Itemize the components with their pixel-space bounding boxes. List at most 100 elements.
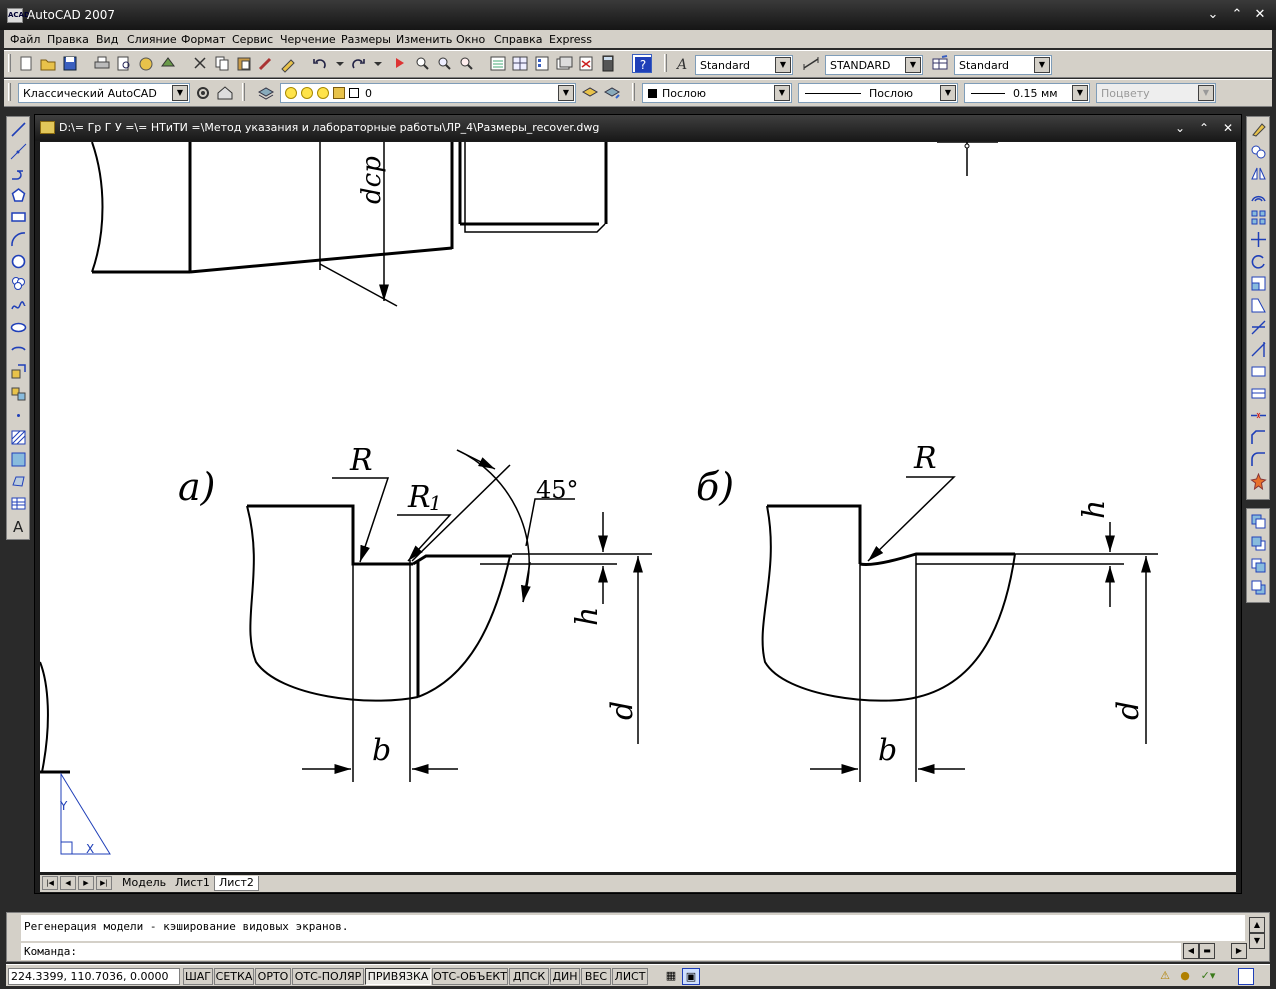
lock-icon[interactable]: ● — [1176, 968, 1194, 985]
polyline-icon[interactable] — [10, 165, 27, 182]
redo-dropdown-icon[interactable] — [368, 54, 388, 73]
bring-to-front-icon[interactable] — [1250, 513, 1267, 530]
help-icon[interactable]: ? — [632, 54, 652, 73]
array-icon[interactable] — [1250, 209, 1267, 226]
chamfer-icon[interactable] — [1250, 429, 1267, 446]
scroll-right-icon[interactable]: ▶ — [1231, 943, 1247, 959]
paper-toggle[interactable]: ЛИСТ — [612, 968, 648, 985]
minimize-icon[interactable]: ⌄ — [1171, 119, 1189, 137]
snap-toggle[interactable]: ШАГ — [183, 968, 213, 985]
menu-format[interactable]: Формат — [181, 33, 226, 46]
maximize-viewport-icon[interactable]: ▣ — [682, 968, 700, 985]
scroll-down-icon[interactable]: ▼ — [1249, 933, 1265, 949]
close-icon[interactable]: ✕ — [1251, 6, 1269, 24]
clean-screen-icon[interactable] — [1238, 968, 1254, 985]
calculator-icon[interactable] — [598, 54, 618, 73]
autocad-app-icon[interactable]: ACAD — [7, 8, 30, 23]
line-icon[interactable] — [10, 121, 27, 138]
ellipse-arc-icon[interactable] — [10, 341, 27, 358]
tool-palettes-icon[interactable] — [532, 54, 552, 73]
toolbar-grip[interactable] — [632, 83, 635, 101]
tab-model[interactable]: Модель — [118, 876, 170, 891]
color-select[interactable]: Послою ▼ — [642, 83, 792, 103]
table-icon[interactable] — [10, 495, 27, 512]
bring-above-icon[interactable] — [1250, 557, 1267, 574]
linetype-select[interactable]: Послою ▼ — [798, 83, 958, 103]
close-icon[interactable]: ✕ — [1219, 119, 1237, 137]
menu-view[interactable]: Вид — [96, 33, 118, 46]
command-input[interactable]: Команда: — [21, 943, 1181, 960]
chevron-down-icon[interactable]: ▼ — [1034, 57, 1050, 73]
toolbar-grip[interactable] — [8, 54, 11, 72]
chevron-down-icon[interactable]: ▼ — [172, 85, 188, 101]
toolbar-grip[interactable] — [8, 83, 11, 101]
tab-sheet2[interactable]: Лист2 — [214, 876, 259, 891]
toolbar-grip[interactable] — [242, 83, 245, 101]
zoom-window-icon[interactable] — [434, 54, 454, 73]
lock-icon[interactable] — [333, 87, 345, 99]
copy-icon[interactable] — [212, 54, 232, 73]
undo-icon[interactable] — [310, 54, 330, 73]
scroll-thumb-icon[interactable]: ▬ — [1199, 943, 1215, 959]
workspace-settings-icon[interactable] — [193, 83, 213, 102]
fillet-icon[interactable] — [1250, 451, 1267, 468]
break-icon[interactable] — [1250, 385, 1267, 402]
publish-icon[interactable] — [136, 54, 156, 73]
chevron-down-icon[interactable]: ▼ — [1072, 85, 1088, 101]
ducs-toggle[interactable]: ДПСК — [509, 968, 549, 985]
insert-block-icon[interactable] — [10, 363, 27, 380]
sun-icon[interactable] — [317, 87, 329, 99]
toolbar-grip[interactable] — [664, 54, 667, 72]
menu-help[interactable]: Справка — [494, 33, 542, 46]
lightbulb-icon[interactable] — [285, 87, 297, 99]
first-tab-icon[interactable]: |◀ — [42, 876, 58, 890]
minimize-icon[interactable]: ⌄ — [1204, 6, 1222, 24]
send-under-icon[interactable] — [1250, 579, 1267, 596]
match-properties-icon[interactable] — [256, 54, 276, 73]
spline-icon[interactable] — [10, 297, 27, 314]
make-block-icon[interactable] — [10, 385, 27, 402]
drawing-file-icon[interactable] — [40, 121, 55, 134]
rotate-icon[interactable] — [1250, 253, 1267, 270]
table-style-icon[interactable] — [930, 54, 950, 73]
chevron-down-icon[interactable]: ▼ — [774, 85, 790, 101]
dimension-style-icon[interactable] — [801, 54, 821, 73]
open-icon[interactable] — [38, 54, 58, 73]
redo-icon[interactable] — [348, 54, 368, 73]
preview-icon[interactable] — [114, 54, 134, 73]
dyn-toggle[interactable]: ДИН — [550, 968, 580, 985]
arc-icon[interactable] — [10, 231, 27, 248]
prev-tab-icon[interactable]: ◀ — [60, 876, 76, 890]
new-icon[interactable] — [16, 54, 36, 73]
menu-modify[interactable]: Изменить — [396, 33, 452, 46]
undo-dropdown-icon[interactable] — [330, 54, 350, 73]
ellipse-icon[interactable] — [10, 319, 27, 336]
extend-icon[interactable] — [1250, 341, 1267, 358]
offset-icon[interactable] — [1250, 187, 1267, 204]
design-center-icon[interactable] — [510, 54, 530, 73]
break-at-point-icon[interactable] — [1250, 363, 1267, 380]
revision-cloud-icon[interactable] — [10, 275, 27, 292]
chevron-down-icon[interactable]: ▼ — [775, 57, 791, 73]
block-editor-icon[interactable] — [278, 54, 298, 73]
ortho-toggle[interactable]: ОРТО — [255, 968, 291, 985]
table-style-select[interactable]: Standard ▼ — [954, 55, 1052, 75]
erase-icon[interactable] — [1250, 121, 1267, 138]
point-icon[interactable] — [10, 407, 27, 424]
workspace-save-icon[interactable] — [215, 83, 235, 102]
mirror-icon[interactable] — [1250, 165, 1267, 182]
menu-window[interactable]: Окно — [456, 33, 485, 46]
paste-icon[interactable] — [234, 54, 254, 73]
toolbar-lock-icon[interactable]: ✓▾ — [1196, 968, 1220, 985]
drawing-canvas[interactable]: dcp a) R R 1 45° h d b б) R h d b Y X — [40, 142, 1236, 872]
lineweight-select[interactable]: 0.15 мм ▼ — [964, 83, 1090, 103]
menu-express[interactable]: Express — [549, 33, 592, 46]
otrack-toggle[interactable]: ОТС-ОБЪЕКТ — [432, 968, 508, 985]
3d-dwf-icon[interactable] — [158, 54, 178, 73]
grid-settings-icon[interactable]: ▦ — [662, 968, 680, 985]
stretch-icon[interactable] — [1250, 297, 1267, 314]
send-to-back-icon[interactable] — [1250, 535, 1267, 552]
restore-icon[interactable]: ⌃ — [1228, 6, 1246, 24]
osnap-toggle[interactable]: ПРИВЯЗКА — [365, 968, 431, 985]
markup-icon[interactable] — [576, 54, 596, 73]
